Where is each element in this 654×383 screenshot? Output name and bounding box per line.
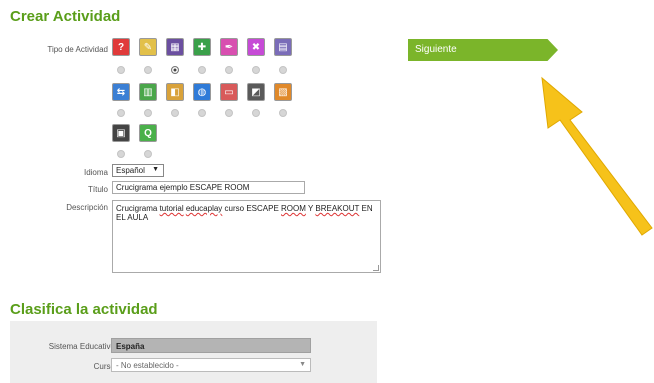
radio-dot-icon xyxy=(225,109,233,117)
pencil-paper-icon[interactable]: ✎ xyxy=(139,38,157,56)
activity-icons-row-3: ▣ Q xyxy=(112,124,157,142)
radio-dot-icon xyxy=(225,66,233,74)
radio-dot-icon xyxy=(279,109,287,117)
dropdown-caret-icon: ▼ xyxy=(299,361,306,368)
pointer-arrow-icon xyxy=(541,76,653,236)
radio-dot-icon xyxy=(117,109,125,117)
radio-dot-icon xyxy=(279,66,287,74)
classify-panel: Sistema Educativo España Curso - No esta… xyxy=(10,321,377,383)
radio-dot-icon xyxy=(171,66,179,74)
activity-icons-row-1: ? ✎ ▦ ✚ ✒ ✖ ▤ xyxy=(112,38,292,56)
activity-type-radio[interactable] xyxy=(276,63,290,77)
education-system-field[interactable]: España xyxy=(111,338,311,353)
course-select[interactable]: - No establecido - ▼ xyxy=(111,358,311,372)
feather-pen-icon[interactable]: ✒ xyxy=(220,38,238,56)
radio-dot-icon xyxy=(198,66,206,74)
course-value: - No establecido - xyxy=(116,361,179,370)
language-value: Español xyxy=(116,166,145,175)
activity-type-radio[interactable] xyxy=(222,106,236,120)
activity-radios-row-2 xyxy=(114,106,290,120)
puzzle-pieces-icon[interactable]: ◧ xyxy=(166,83,184,101)
activity-type-radio[interactable] xyxy=(195,63,209,77)
activity-type-radio[interactable] xyxy=(249,63,263,77)
activity-type-radio[interactable] xyxy=(114,106,128,120)
crossword-grid-icon[interactable]: ▦ xyxy=(166,38,184,56)
activity-radios-row-3 xyxy=(114,147,155,161)
shuffle-cards-icon[interactable]: ✖ xyxy=(247,38,265,56)
radio-dot-icon xyxy=(144,109,152,117)
language-label: Idioma xyxy=(83,168,108,177)
radio-dot-icon xyxy=(117,150,125,158)
world-map-icon[interactable]: ◍ xyxy=(193,83,211,101)
language-select[interactable]: Español ▼ xyxy=(112,164,164,177)
activity-type-label: Tipo de Actividad xyxy=(47,45,108,54)
education-system-label: Sistema Educativo xyxy=(48,342,115,351)
dropdown-caret-icon: ▼ xyxy=(152,166,159,173)
description-textarea[interactable]: Crucigrama tutorial educaplay curso ESCA… xyxy=(112,200,381,273)
grid-game-icon[interactable]: ▥ xyxy=(139,83,157,101)
presentation-board-icon[interactable]: ▭ xyxy=(220,83,238,101)
activity-type-radio[interactable] xyxy=(141,63,155,77)
title-input[interactable]: Crucigrama ejemplo ESCAPE ROOM xyxy=(112,181,305,194)
radio-dot-icon xyxy=(144,66,152,74)
matching-columns-icon[interactable]: ⇆ xyxy=(112,83,130,101)
activity-type-radio[interactable] xyxy=(168,63,182,77)
activity-type-radio[interactable] xyxy=(141,106,155,120)
activity-icons-row-2: ⇆ ▥ ◧ ◍ ▭ ◩ ▧ xyxy=(112,83,292,101)
radio-dot-icon xyxy=(252,109,260,117)
activity-type-radio[interactable] xyxy=(141,147,155,161)
radio-dot-icon xyxy=(117,66,125,74)
classify-section-title: Clasifica la actividad xyxy=(10,301,158,318)
title-label: Título xyxy=(87,185,108,194)
quiz-badge-icon[interactable]: Q xyxy=(139,124,157,142)
map-puzzle-icon[interactable]: ✚ xyxy=(193,38,211,56)
activity-type-radio[interactable] xyxy=(114,147,128,161)
radio-dot-icon xyxy=(171,109,179,117)
slideshow-icon[interactable]: ▣ xyxy=(112,124,130,142)
activity-type-radio[interactable] xyxy=(195,106,209,120)
radio-dot-icon xyxy=(144,150,152,158)
question-quiz-icon[interactable]: ? xyxy=(112,38,130,56)
page-title: Crear Actividad xyxy=(10,8,121,25)
radio-dot-icon xyxy=(252,66,260,74)
activity-radios-row-1 xyxy=(114,63,290,77)
activity-type-radio[interactable] xyxy=(249,106,263,120)
sorting-blocks-icon[interactable]: ▧ xyxy=(274,83,292,101)
video-clapper-icon[interactable]: ◩ xyxy=(247,83,265,101)
activity-type-radio[interactable] xyxy=(168,106,182,120)
word-search-icon[interactable]: ▤ xyxy=(274,38,292,56)
next-button[interactable]: Siguiente xyxy=(408,39,558,61)
description-label: Descripción xyxy=(66,203,108,212)
activity-type-radio[interactable] xyxy=(276,106,290,120)
activity-type-radio[interactable] xyxy=(222,63,236,77)
description-text: Crucigrama tutorial educaplay curso ESCA… xyxy=(116,204,373,222)
activity-type-radio[interactable] xyxy=(114,63,128,77)
resize-grip-icon[interactable] xyxy=(373,265,379,271)
radio-dot-icon xyxy=(198,109,206,117)
